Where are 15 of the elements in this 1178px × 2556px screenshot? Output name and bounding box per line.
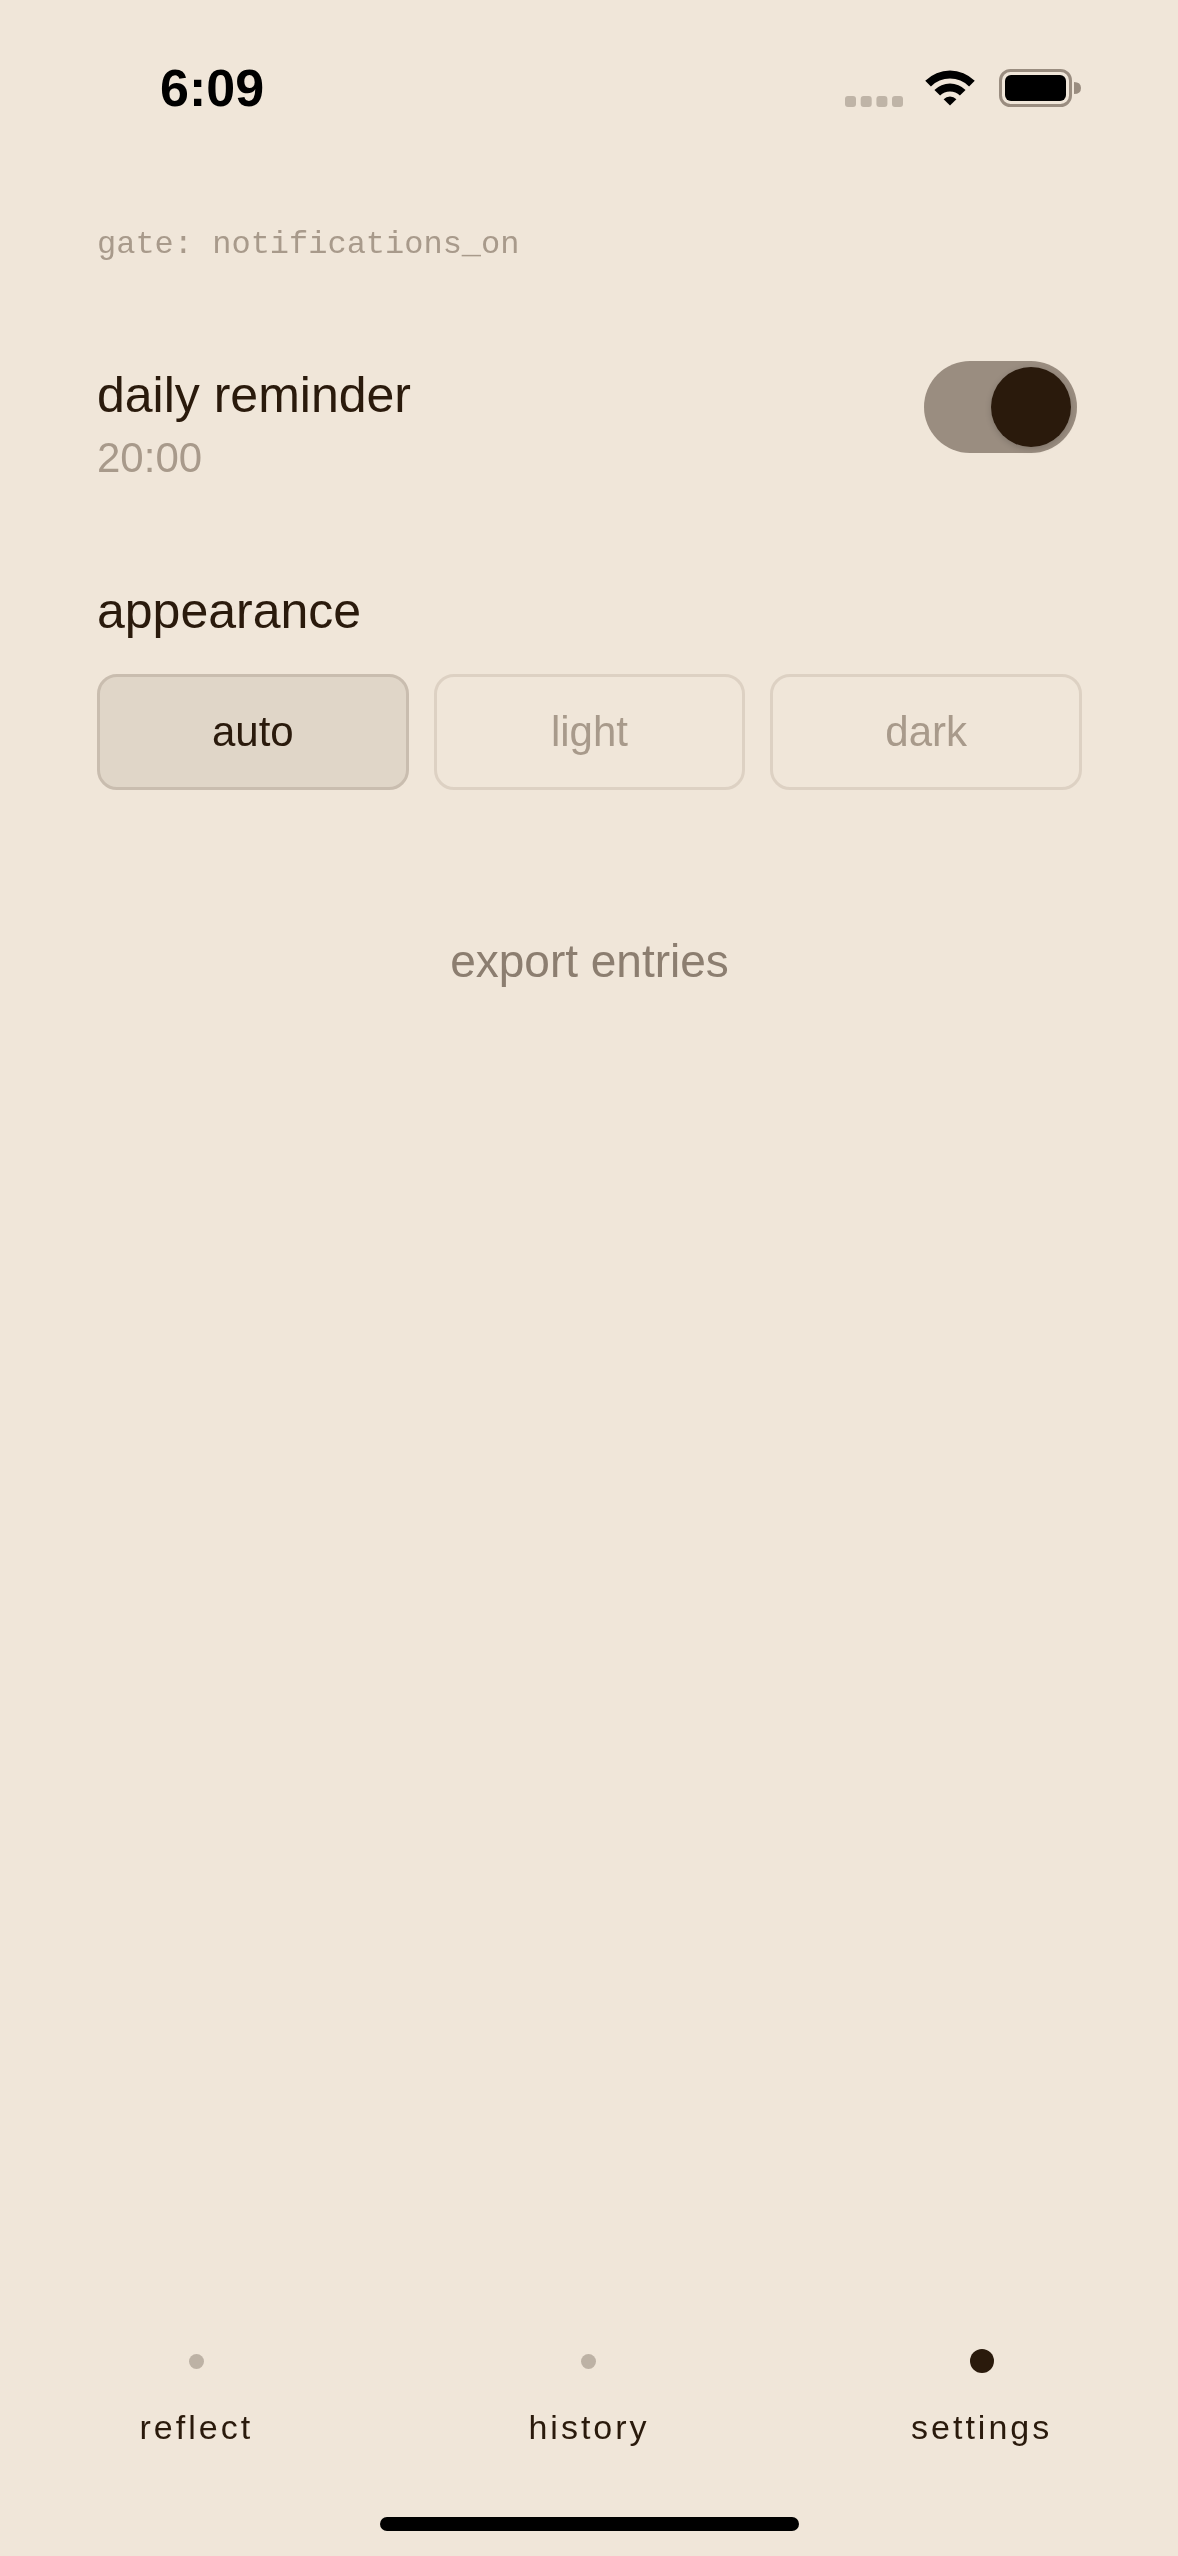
dot-icon [969,2349,994,2373]
status-time: 6:09 [160,58,265,118]
tab-button[interactable]: settings [907,2349,1057,2449]
reminder-time: 20:00 [97,433,203,483]
wifi-icon [924,70,976,106]
signal-icon [845,95,903,107]
battery-icon [999,69,1081,107]
segment-option[interactable]: auto [97,674,409,790]
gate-label: gate: notifications_on [97,226,521,264]
tab-button[interactable]: reflect [135,2349,258,2449]
tab-button[interactable]: history [524,2349,654,2449]
dot-icon [581,2353,597,2369]
reminder-title: daily reminder [97,366,411,425]
section-title: appearance [97,582,362,641]
dot-icon [188,2353,204,2369]
